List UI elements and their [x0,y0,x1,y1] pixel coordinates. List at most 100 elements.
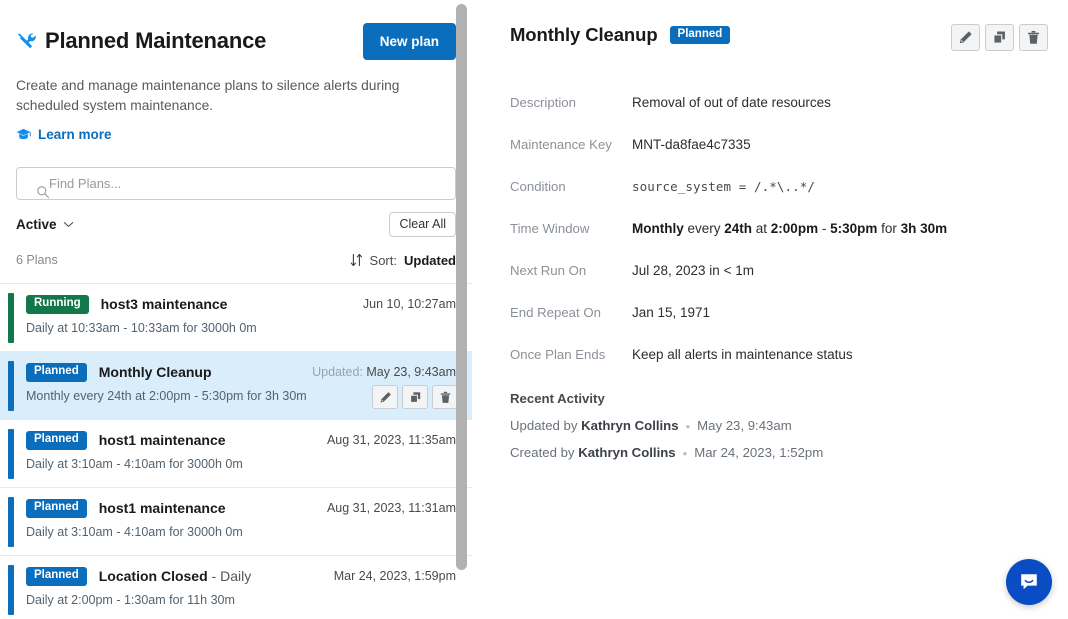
page-title: Planned Maintenance [45,30,266,52]
sort-label: Sort: [370,253,397,268]
duplicate-plan-button[interactable] [985,24,1014,51]
plan-status-accent-bar [8,565,14,615]
recent-activity: Recent Activity Updated by Kathryn Colli… [510,391,1048,461]
detail-field-label: Once Plan Ends [510,347,632,362]
plan-list-item[interactable]: Planned host1 maintenance Aug 31, 2023, 11… [0,420,472,488]
sort-value: Updated [404,253,456,268]
sort-icon [350,253,363,267]
plan-status-accent-bar [8,497,14,547]
plan-name: Location Closed - Daily [99,568,251,584]
edit-icon [958,30,973,45]
activity-user: Kathryn Collins [578,445,675,460]
detail-title: Monthly Cleanup [510,24,658,46]
edit-plan-row-button[interactable] [372,385,398,409]
plan-schedule: Daily at 2:00pm - 1:30am for 11h 30m [26,593,456,607]
plan-status-badge: Planned [26,567,87,586]
plan-status-badge: Planned [26,499,87,518]
detail-title-group: Monthly Cleanup Planned [510,24,730,46]
activity-list: Updated by Kathryn Collins•May 23, 9:43a… [510,418,1048,461]
plan-list-item[interactable]: Plannedhost1 maintenanceAug 31, 2023, 11… [0,488,472,556]
plan-name-suffix: - Daily [208,568,252,584]
detail-field-row: Time WindowMonthly every 24th at 2:00pm … [510,221,1048,236]
detail-field-label: End Repeat On [510,305,632,320]
plan-timestamp-prefix: Updated: [312,365,366,379]
activity-separator-dot: • [683,446,688,461]
plan-schedule: Daily at 10:33am - 10:33am for 3000h 0m [26,321,456,335]
detail-field-value: source_system = /.*\..*/ [632,179,815,194]
activity-separator-dot: • [686,419,691,434]
detail-field-label: Time Window [510,221,632,236]
plan-item-top-row: Planned host1 maintenance Aug 31, 2023, 11… [26,431,456,450]
detail-field-value: Monthly every 24th at 2:00pm - 5:30pm fo… [632,221,947,236]
recent-activity-title: Recent Activity [510,391,1048,406]
sidebar-scrollbar[interactable] [456,0,467,619]
plan-status-badge: Planned [26,431,87,450]
plan-timestamp: Mar 24, 2023, 1:59pm [334,569,456,583]
detail-field-label: Maintenance Key [510,137,632,152]
duplicate-plan-row-button[interactable] [402,385,428,409]
detail-status-badge: Planned [670,26,731,45]
graduation-cap-icon [16,127,31,142]
plan-list-item[interactable]: PlannedMonthly CleanupUpdated: May 23, 9… [0,352,472,420]
plan-item-title-group: Runninghost3 maintenance [26,295,227,314]
edit-icon [379,391,392,404]
chat-bubble-icon [1017,570,1041,594]
plan-status-accent-bar [8,429,14,479]
detail-field-row: Next Run OnJul 28, 2023 in < 1m [510,263,1048,278]
plan-count-label: 6 Plans [16,253,58,267]
detail-field-label: Condition [510,179,632,194]
delete-icon [439,391,452,404]
plan-name: host1 maintenance [99,500,226,516]
page-description: Create and manage maintenance plans to s… [16,76,416,116]
detail-header: Monthly Cleanup Planned [510,24,1048,58]
delete-plan-button[interactable] [1019,24,1048,51]
edit-plan-button[interactable] [951,24,980,51]
new-plan-button[interactable]: New plan [363,23,456,60]
detail-actions [951,24,1048,51]
duplicate-icon [409,391,422,404]
sort-control[interactable]: Sort: Updated [350,253,456,268]
plan-detail-panel: Monthly Cleanup Planned [472,0,1068,619]
plan-item-title-group: Planned host1 maintenance [26,499,226,518]
detail-field-value: Jan 15, 1971 [632,305,710,320]
activity-user: Kathryn Collins [581,418,678,433]
delete-icon [1026,30,1041,45]
clear-all-button[interactable]: Clear All [389,212,456,237]
status-filter-value: Active [16,217,57,232]
learn-more-link[interactable]: Learn more [16,127,112,142]
planned-maintenance-page: Planned Maintenance New plan Create and … [0,0,1068,619]
plan-timestamp: Aug 31, 2023, 11:35am [327,433,456,447]
detail-field-row: Conditionsource_system = /.*\..*/ [510,179,1048,194]
delete-plan-row-button[interactable] [432,385,458,409]
filter-row: Active Clear All [16,211,456,237]
sidebar-scrollbar-thumb[interactable] [456,4,467,570]
plan-name: Monthly Cleanup [99,364,212,380]
plan-status-badge: Planned [26,363,87,382]
detail-fields: DescriptionRemoval of out of date resour… [510,95,1048,362]
chevron-down-icon [63,221,74,228]
tools-icon [16,31,36,51]
status-filter-dropdown[interactable]: Active [16,217,74,232]
detail-field-value: Jul 28, 2023 in < 1m [632,263,754,278]
plan-item-top-row: Plannedhost1 maintenanceAug 31, 2023, 11… [26,499,456,518]
search-input[interactable] [16,167,456,200]
plan-item-title-group: Planned Location Closed - Daily [26,567,251,586]
intercom-launcher-button[interactable] [1006,559,1052,605]
detail-field-value: Keep all alerts in maintenance status [632,347,853,362]
title-row: Planned Maintenance New plan [16,22,456,60]
plan-status-accent-bar [8,293,14,343]
title-group: Planned Maintenance [16,30,266,52]
plan-list-item[interactable]: Planned Location Closed - Daily Mar 24, 20… [0,556,472,619]
detail-field-row: DescriptionRemoval of out of date resour… [510,95,1048,110]
plan-list: Runninghost3 maintenanceJun 10, 10:27amD… [0,283,472,619]
plan-list-item[interactable]: Runninghost3 maintenanceJun 10, 10:27amD… [0,284,472,352]
plan-item-top-row: Planned Location Closed - Daily Mar 24, 20… [26,567,456,586]
detail-field-label: Next Run On [510,263,632,278]
plan-item-top-row: PlannedMonthly CleanupUpdated: May 23, 9… [26,363,456,382]
plan-status-accent-bar [8,361,14,411]
plan-schedule: Daily at 3:10am - 4:10am for 3000h 0m [26,525,456,539]
plan-item-title-group: Planned Monthly Cleanup [26,363,212,382]
plan-item-title-group: Planned host1 maintenance [26,431,226,450]
plan-name: host1 maintenance [99,432,226,448]
learn-more-label: Learn more [38,127,112,142]
